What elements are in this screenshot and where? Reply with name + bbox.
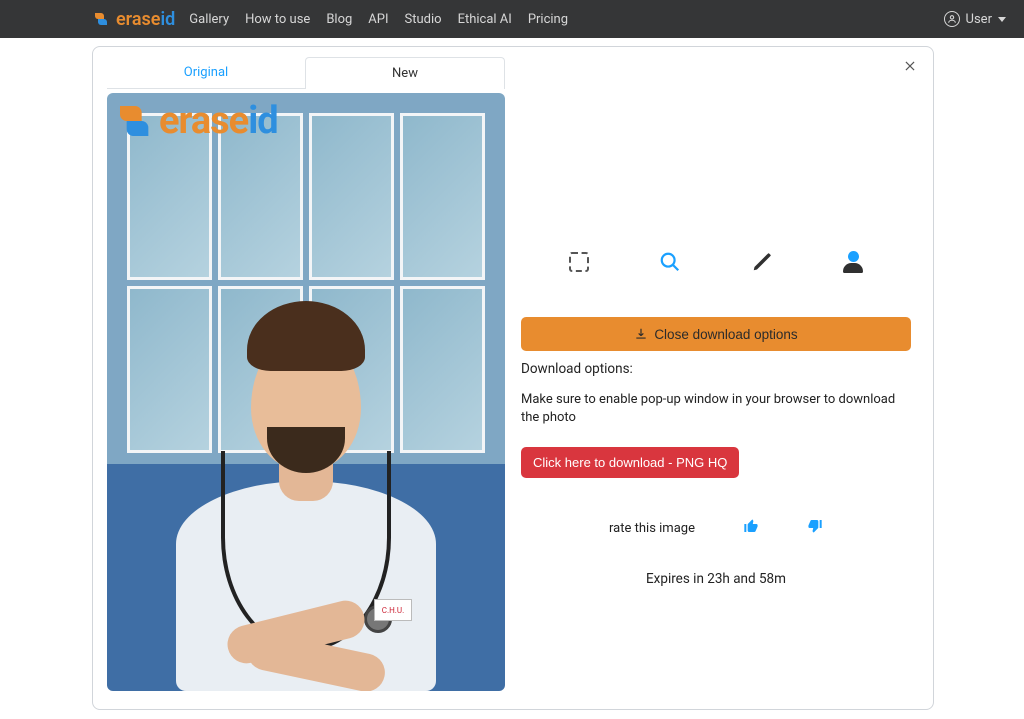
brand-logo-icon (92, 10, 110, 28)
close-button[interactable] (899, 55, 921, 77)
download-options-label: Download options: (521, 361, 911, 377)
preview-tabs: Original New (107, 57, 505, 89)
thumbs-up-icon (743, 518, 759, 534)
nav-link-ethical-ai[interactable]: Ethical AI (458, 12, 512, 27)
watermark-logo-icon (115, 101, 155, 141)
person-icon (843, 251, 863, 273)
download-png-button[interactable]: Click here to download - PNG HQ (521, 447, 739, 478)
nav-link-blog[interactable]: Blog (326, 12, 352, 27)
brand-text: eraseid (116, 9, 175, 30)
tool-row (521, 249, 911, 275)
search-tool[interactable] (657, 249, 683, 275)
crop-icon (569, 252, 589, 272)
search-icon (659, 251, 681, 273)
user-label: User (966, 12, 992, 27)
crop-tool[interactable] (566, 249, 592, 275)
download-icon (634, 327, 648, 341)
nav-link-api[interactable]: API (368, 12, 388, 27)
nav-links: Gallery How to use Blog API Studio Ethic… (189, 12, 568, 27)
editor-card: Original New C.H (92, 46, 934, 710)
user-avatar-icon (944, 11, 960, 27)
nav-link-studio[interactable]: Studio (405, 12, 442, 27)
tab-original[interactable]: Original (107, 57, 305, 89)
pencil-icon (751, 251, 773, 273)
popup-hint: Make sure to enable pop-up window in you… (521, 391, 911, 427)
expires-label: Expires in 23h and 58m (521, 571, 911, 587)
brand[interactable]: eraseid (92, 9, 175, 30)
nav-link-how-to-use[interactable]: How to use (245, 12, 310, 27)
edit-tool[interactable] (749, 249, 775, 275)
nav-link-pricing[interactable]: Pricing (528, 12, 568, 27)
nav-link-gallery[interactable]: Gallery (189, 12, 229, 27)
watermark: eraseid (115, 99, 278, 143)
thumbs-down-icon (807, 518, 823, 534)
preview-person: C.H.U. (156, 281, 456, 691)
coat-badge: C.H.U. (374, 599, 412, 621)
close-download-options-button[interactable]: Close download options (521, 317, 911, 351)
rate-label: rate this image (609, 521, 695, 536)
left-panel: Original New C.H (107, 57, 505, 695)
close-icon (903, 59, 917, 73)
top-navbar: eraseid Gallery How to use Blog API Stud… (0, 0, 1024, 38)
tab-new[interactable]: New (305, 57, 505, 89)
caret-down-icon (998, 17, 1006, 22)
image-preview: C.H.U. eraseid (107, 93, 505, 691)
profile-tool[interactable] (840, 249, 866, 275)
thumbs-up-button[interactable] (743, 518, 759, 539)
rate-row: rate this image (521, 518, 911, 539)
right-panel: Close download options Download options:… (521, 57, 919, 695)
user-menu[interactable]: User (944, 11, 1006, 27)
thumbs-down-button[interactable] (807, 518, 823, 539)
